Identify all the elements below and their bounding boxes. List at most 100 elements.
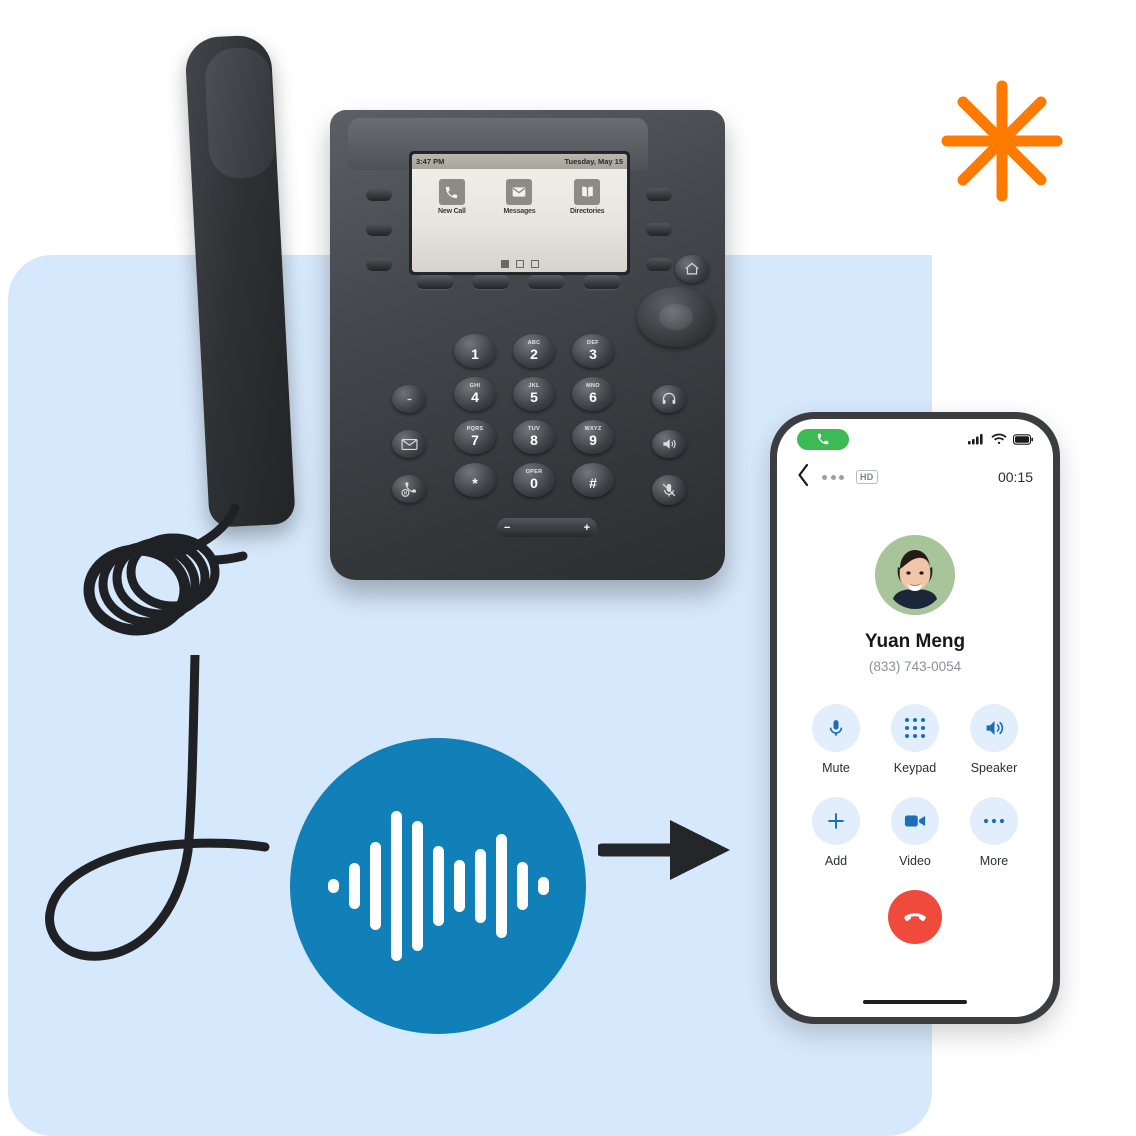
soft-key[interactable]	[582, 275, 621, 289]
line-key[interactable]	[646, 258, 672, 271]
add-call-button[interactable]: Add	[803, 797, 869, 868]
home-button[interactable]	[675, 255, 709, 283]
loop-doodle-icon	[30, 650, 280, 975]
keypad-row: GHI 4 JKL 5 MNO 6	[454, 377, 614, 411]
keypad-key-6[interactable]: MNO 6	[572, 377, 614, 411]
waveform-bar	[390, 811, 402, 961]
waveform-bar	[474, 849, 486, 923]
keypad-key-digit: 8	[530, 431, 538, 448]
handset-earpiece	[203, 46, 277, 180]
microphone-icon	[812, 704, 860, 752]
handset-icon	[817, 433, 829, 445]
messages-button[interactable]	[392, 430, 426, 458]
hold-button[interactable]	[392, 475, 426, 503]
caller-number: (833) 743-0054	[868, 659, 962, 674]
keypad-icon	[891, 704, 939, 752]
headset-button[interactable]	[652, 385, 686, 413]
end-call-button[interactable]	[888, 890, 942, 944]
control-label: Keypad	[893, 761, 937, 775]
ellipsis-icon[interactable]	[822, 474, 844, 480]
keypad-key-*[interactable]: *	[454, 463, 496, 497]
arrow-right-icon	[595, 812, 738, 888]
keypad-key-0[interactable]: OPER 0	[513, 463, 555, 497]
menu-item-directories[interactable]: Directories	[557, 179, 617, 215]
waveform-bar	[327, 879, 339, 893]
keypad-key-#[interactable]: #	[572, 463, 614, 497]
waveform-bar	[432, 846, 444, 926]
menu-item-new-call[interactable]: New Call	[422, 179, 482, 215]
waveform-bar	[537, 877, 549, 895]
soft-key[interactable]	[527, 275, 566, 289]
handset-icon	[438, 179, 465, 205]
menu-item-label: Messages	[503, 208, 536, 215]
speaker-button[interactable]	[652, 430, 686, 458]
page-dot	[530, 260, 539, 268]
keypad-key-5[interactable]: JKL 5	[513, 377, 555, 411]
control-label: Mute	[822, 761, 850, 775]
smartphone-screen: HD 00:15 Yuan Meng (833) 743-0054 Mute K…	[777, 419, 1053, 1017]
soft-key[interactable]	[416, 275, 454, 289]
soft-key[interactable]	[471, 275, 510, 289]
keypad-key-digit: *	[472, 474, 478, 491]
handset-cord	[75, 498, 285, 648]
keypad-key-digit: 6	[589, 388, 597, 405]
keypad-key-digit: 9	[589, 431, 597, 448]
control-label: More	[979, 854, 1009, 868]
book-icon	[574, 179, 601, 205]
mute-button[interactable]: Mute	[803, 704, 869, 775]
keypad-key-3[interactable]: DEF 3	[572, 334, 614, 368]
chevron-left-icon[interactable]	[797, 463, 810, 491]
transfer-button[interactable]	[392, 385, 426, 413]
desk-phone-keypad: 1 ABC 2 DEF 3 GHI 4 JKL 5 MNO 6 PQRS 7 TUV 8 WXYZ 9 * OPE…	[454, 334, 614, 506]
ellipsis-icon	[970, 797, 1018, 845]
navigation-select-button[interactable]	[659, 304, 693, 330]
line-key[interactable]	[646, 188, 672, 201]
cellular-signal-icon	[968, 434, 983, 445]
keypad-key-2[interactable]: ABC 2	[513, 334, 555, 368]
keypad-row: * OPER 0 #	[454, 463, 614, 497]
keypad-key-digit: 7	[471, 431, 479, 448]
mic-mute-button[interactable]	[652, 475, 686, 505]
control-label: Speaker	[970, 761, 1018, 775]
speaker-button[interactable]: Speaker	[961, 704, 1027, 775]
control-label: Video	[899, 854, 931, 868]
line-key[interactable]	[366, 188, 392, 201]
keypad-key-7[interactable]: PQRS 7	[454, 420, 496, 454]
waveform-bar	[411, 821, 423, 951]
volume-up-label: +	[583, 521, 590, 534]
volume-down-label: −	[504, 521, 511, 534]
desk-phone-menu: New Call Messages Directories	[412, 169, 627, 215]
keypad-button[interactable]: Keypad	[882, 704, 948, 775]
navigation-wheel[interactable]	[637, 287, 715, 347]
keypad-row: PQRS 7 TUV 8 WXYZ 9	[454, 420, 614, 454]
desk-phone: 3:47 PM Tuesday, May 15 New Call Message…	[30, 10, 725, 640]
line-keys-left	[366, 188, 392, 293]
waveform-bar	[369, 842, 381, 930]
line-key[interactable]	[366, 223, 392, 236]
keypad-key-digit: 4	[471, 388, 479, 405]
desk-phone-soft-keys	[416, 275, 621, 289]
active-call-indicator[interactable]	[797, 428, 849, 450]
keypad-key-8[interactable]: TUV 8	[513, 420, 555, 454]
audio-waveform-icon	[290, 738, 586, 1034]
menu-item-label: New Call	[438, 208, 466, 215]
desk-phone-status-bar: 3:47 PM Tuesday, May 15	[412, 154, 627, 169]
page-dot	[515, 260, 524, 268]
menu-item-messages[interactable]: Messages	[489, 179, 549, 215]
plus-icon	[812, 797, 860, 845]
line-key[interactable]	[366, 258, 392, 271]
hd-badge: HD	[856, 470, 878, 484]
waveform-bar	[516, 862, 528, 910]
keypad-key-digit: 2	[530, 345, 538, 362]
video-button[interactable]: Video	[882, 797, 948, 868]
starburst-icon	[938, 78, 1066, 204]
line-key[interactable]	[646, 223, 672, 236]
status-bar	[777, 419, 1053, 450]
keypad-key-1[interactable]: 1	[454, 334, 496, 368]
call-controls-row-1: Mute Keypad Speaker	[803, 704, 1027, 775]
more-button[interactable]: More	[961, 797, 1027, 868]
volume-rocker[interactable]: − +	[497, 518, 597, 537]
keypad-key-4[interactable]: GHI 4	[454, 377, 496, 411]
envelope-icon	[506, 179, 533, 205]
keypad-key-9[interactable]: WXYZ 9	[572, 420, 614, 454]
